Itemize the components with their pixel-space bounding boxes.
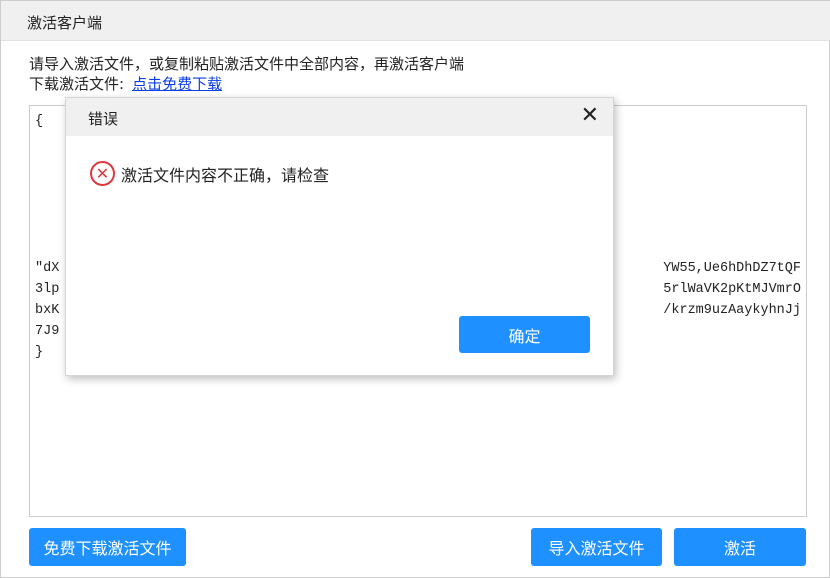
error-icon: ✕ bbox=[90, 161, 115, 186]
dialog-title: 错误 bbox=[88, 110, 119, 128]
import-file-button[interactable]: 导入激活文件 bbox=[531, 528, 662, 566]
text-line-right: /krzm9uzAaykyhnJj bbox=[663, 303, 801, 318]
instructions: 请导入激活文件，或复制粘贴激活文件中全部内容，再激活客户端 下载激活文件: 点击免… bbox=[29, 54, 464, 94]
error-message: 激活文件内容不正确，请检查 bbox=[121, 165, 330, 185]
ok-button[interactable]: 确定 bbox=[459, 316, 590, 353]
text-line-right: 5rlWaVK2pKtMJVmrO bbox=[663, 282, 801, 297]
free-download-button[interactable]: 免费下载激活文件 bbox=[29, 528, 186, 566]
window-title: 激活客户端 bbox=[1, 1, 830, 41]
text-line-left: "dX bbox=[35, 261, 60, 276]
download-label: 下载激活文件: bbox=[29, 75, 125, 93]
text-line-left: { bbox=[35, 114, 44, 129]
text-line-right: YW55,Ue6hDhDZ7tQF bbox=[663, 261, 801, 276]
instruction-text: 请导入激活文件，或复制粘贴激活文件中全部内容，再激活客户端 bbox=[29, 55, 465, 73]
text-line-left: } bbox=[35, 345, 44, 360]
activate-button[interactable]: 激活 bbox=[674, 528, 806, 566]
error-dialog: 错误 ✕ ✕ 激活文件内容不正确，请检查 确定 bbox=[65, 97, 614, 376]
free-download-link[interactable]: 点击免费下载 bbox=[132, 75, 222, 93]
close-icon[interactable]: ✕ bbox=[581, 104, 599, 128]
text-line-left: bxK bbox=[35, 303, 60, 318]
text-line-left: 7J9 bbox=[35, 324, 60, 339]
text-line-left: 3lp bbox=[35, 282, 60, 297]
